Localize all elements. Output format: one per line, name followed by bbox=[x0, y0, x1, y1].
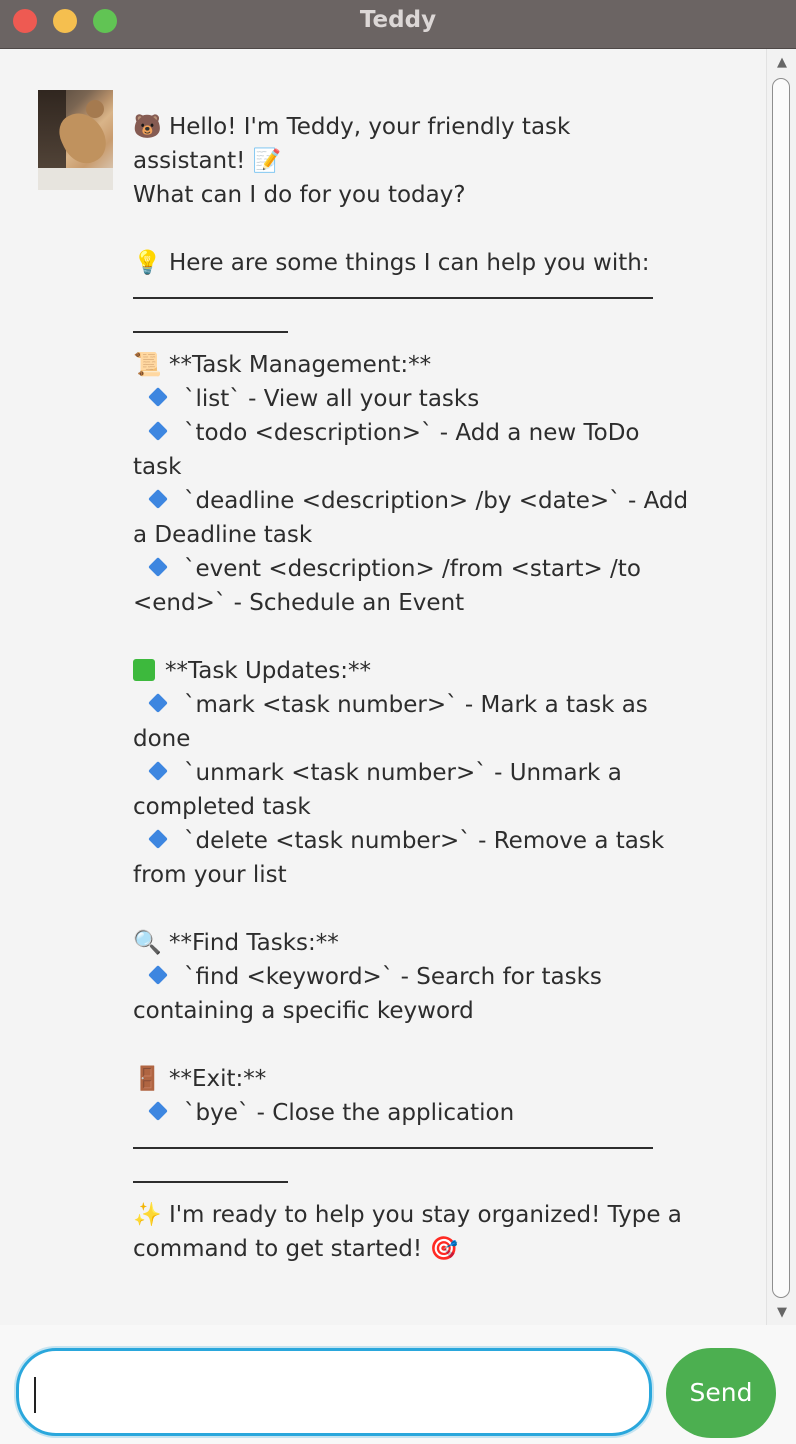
message-line: assistant! 📝 bbox=[133, 148, 282, 174]
message-line: task bbox=[133, 454, 182, 480]
section-heading: 📜 **Task Management:** bbox=[133, 352, 432, 378]
command-item: `todo <description>` - Add a new ToDo bbox=[133, 416, 658, 450]
section-heading: 🔍 **Find Tasks:** bbox=[133, 930, 339, 956]
divider bbox=[133, 1164, 658, 1198]
section-heading: **Task Updates:** bbox=[133, 654, 658, 688]
divider bbox=[133, 314, 658, 348]
send-button[interactable]: Send bbox=[666, 1348, 776, 1438]
command-item: `event <description> /from <start> /to bbox=[133, 552, 658, 586]
scroll-down-arrow-icon[interactable]: ▼ bbox=[767, 1301, 796, 1325]
text-caret bbox=[34, 1377, 36, 1413]
message-line: from your list bbox=[133, 862, 287, 888]
command-item: `deadline <description> /by <date>` - Ad… bbox=[133, 484, 688, 518]
message-line: 💡 Here are some things I can help you wi… bbox=[133, 250, 650, 276]
diamond-icon bbox=[148, 387, 168, 407]
scrollbar-thumb[interactable] bbox=[772, 78, 790, 1298]
command-item: `delete <task number>` - Remove a task bbox=[133, 824, 664, 858]
diamond-icon bbox=[148, 1101, 168, 1121]
avatar bbox=[38, 90, 113, 190]
command-item: `mark <task number>` - Mark a task as bbox=[133, 688, 658, 722]
command-item: `list` - View all your tasks bbox=[133, 382, 658, 416]
section-heading: 🚪 **Exit:** bbox=[133, 1066, 267, 1092]
bot-message: 🐻 Hello! I'm Teddy, your friendly task a… bbox=[133, 110, 688, 1266]
message-line: completed task bbox=[133, 794, 311, 820]
divider bbox=[133, 280, 658, 314]
message-input[interactable] bbox=[16, 1348, 652, 1436]
command-item: `find <keyword>` - Search for tasks bbox=[133, 960, 658, 994]
message-line: done bbox=[133, 726, 191, 752]
command-item: `unmark <task number>` - Unmark a bbox=[133, 756, 658, 790]
message-line: ✨ I'm ready to help you stay organized! … bbox=[133, 1202, 682, 1228]
message-line: What can I do for you today? bbox=[133, 182, 466, 208]
diamond-icon bbox=[148, 421, 168, 441]
vertical-scrollbar[interactable]: ▲ ▼ bbox=[766, 49, 796, 1325]
title-bar: Teddy bbox=[0, 0, 796, 49]
command-item: `bye` - Close the application bbox=[133, 1096, 658, 1130]
diamond-icon bbox=[148, 693, 168, 713]
message-line: containing a specific keyword bbox=[133, 998, 474, 1024]
message-line: <end>` - Schedule an Event bbox=[133, 590, 465, 616]
diamond-icon bbox=[148, 489, 168, 509]
diamond-icon bbox=[148, 557, 168, 577]
message-line: command to get started! 🎯 bbox=[133, 1236, 459, 1262]
window-title: Teddy bbox=[359, 7, 437, 33]
diamond-icon bbox=[148, 761, 168, 781]
message-line: 🐻 Hello! I'm Teddy, your friendly task bbox=[133, 114, 571, 140]
check-box-icon bbox=[133, 659, 155, 681]
divider bbox=[133, 1130, 658, 1164]
diamond-icon bbox=[148, 829, 168, 849]
message-line: a Deadline task bbox=[133, 522, 313, 548]
diamond-icon bbox=[148, 965, 168, 985]
scroll-up-arrow-icon[interactable]: ▲ bbox=[767, 51, 796, 75]
